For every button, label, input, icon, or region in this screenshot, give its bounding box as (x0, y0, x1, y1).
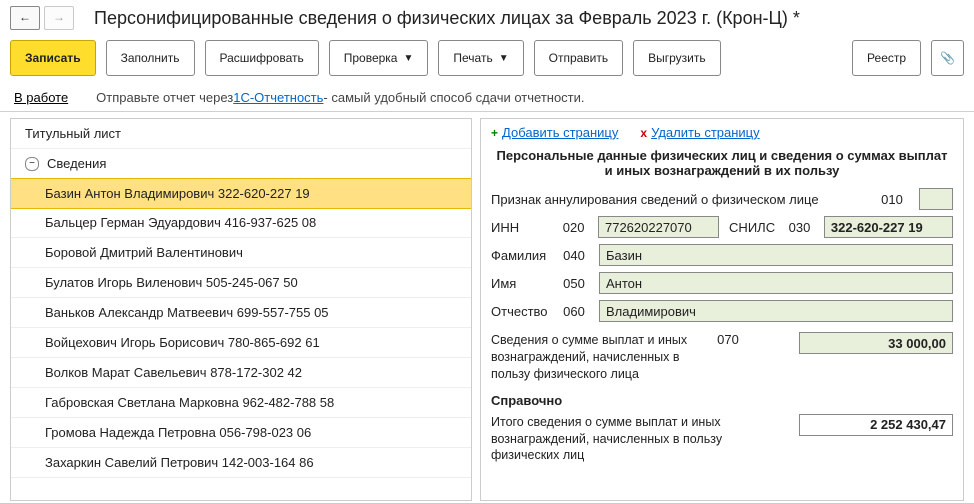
toolbar: Записать Заполнить Расшифровать Проверка… (0, 36, 974, 84)
page-title: Персонифицированные сведения о физически… (94, 8, 800, 29)
print-button[interactable]: Печать▼ (438, 40, 523, 76)
snils-field[interactable]: 322-620-227 19 (824, 216, 953, 238)
payment-label: Сведения о сумме выплат и иных вознаграж… (491, 332, 711, 383)
paperclip-icon: 📎 (940, 51, 955, 65)
decode-button[interactable]: Расшифровать (205, 40, 319, 76)
status-bar: В работе Отправьте отчет через 1С-Отчетн… (0, 84, 974, 112)
inn-code: 020 (557, 220, 590, 235)
tree-item[interactable]: Габровская Светлана Марковна 962-482-788… (11, 388, 471, 418)
annul-label: Признак аннулирования сведений о физичес… (491, 192, 875, 207)
snils-code: 030 (783, 220, 816, 235)
tree-item[interactable]: Булатов Игорь Виленович 505-245-067 50 (11, 268, 471, 298)
reference-title: Справочно (491, 393, 953, 408)
tree-item[interactable]: Базин Антон Владимирович 322-620-227 19 (10, 178, 472, 209)
send-button[interactable]: Отправить (534, 40, 624, 76)
annul-code: 010 (875, 192, 909, 207)
status-text-pre: Отправьте отчет через (96, 90, 233, 105)
tree-item[interactable]: Бальцер Герман Эдуардович 416-937-625 08 (11, 208, 471, 238)
firstname-field[interactable]: Антон (599, 272, 953, 294)
fill-button[interactable]: Заполнить (106, 40, 195, 76)
add-page-button[interactable]: +Добавить страницу (491, 125, 618, 140)
page-controls: +Добавить страницу xУдалить страницу (491, 125, 953, 140)
payment-code: 070 (711, 332, 745, 347)
snils-label: СНИЛС (729, 220, 775, 235)
status-link[interactable]: 1С-Отчетность (233, 90, 323, 105)
total-label: Итого сведения о сумме выплат и иных воз… (491, 414, 771, 465)
collapse-icon[interactable]: − (25, 157, 39, 171)
chevron-down-icon: ▼ (403, 53, 413, 64)
tree-item[interactable]: Боровой Дмитрий Валентинович (11, 238, 471, 268)
firstname-label: Имя (491, 276, 557, 291)
delete-page-button[interactable]: xУдалить страницу (640, 125, 759, 140)
tree-title-page[interactable]: Титульный лист (11, 119, 471, 149)
annul-field[interactable] (919, 188, 953, 210)
tree-item[interactable]: Волков Марат Савельевич 878-172-302 42 (11, 358, 471, 388)
tree-node-label: Сведения (47, 156, 106, 171)
attach-button[interactable]: 📎 (931, 40, 964, 76)
total-field: 2 252 430,47 (799, 414, 953, 436)
status-state[interactable]: В работе (14, 90, 68, 105)
tree-item[interactable]: Захаркин Савелий Петрович 142-003-164 86 (11, 448, 471, 478)
x-icon: x (640, 126, 647, 140)
lastname-code: 040 (557, 248, 591, 263)
status-text-post: - самый удобный способ сдачи отчетности. (323, 90, 584, 105)
nav-back-button[interactable]: ← (10, 6, 40, 30)
tree-node-info[interactable]: − Сведения (11, 149, 471, 179)
lastname-field[interactable]: Базин (599, 244, 953, 266)
inn-field[interactable]: 772620227070 (598, 216, 719, 238)
form-panel: +Добавить страницу xУдалить страницу Пер… (480, 118, 964, 501)
plus-icon: + (491, 126, 498, 140)
patronymic-code: 060 (557, 304, 591, 319)
export-button[interactable]: Выгрузить (633, 40, 721, 76)
check-button[interactable]: Проверка▼ (329, 40, 429, 76)
registry-button[interactable]: Реестр (852, 40, 921, 76)
tree-item[interactable]: Громова Надежда Петровна 056-798-023 06 (11, 418, 471, 448)
tree-panel: Титульный лист − Сведения Базин Антон Вл… (10, 118, 472, 501)
inn-label: ИНН (491, 220, 557, 235)
section-title: Персональные данные физических лиц и све… (491, 148, 953, 178)
firstname-code: 050 (557, 276, 591, 291)
nav-forward-button[interactable]: → (44, 6, 74, 30)
save-button[interactable]: Записать (10, 40, 96, 76)
tree-item[interactable]: Войцехович Игорь Борисович 780-865-692 6… (11, 328, 471, 358)
chevron-down-icon: ▼ (499, 53, 509, 64)
patronymic-label: Отчество (491, 304, 557, 319)
payment-field[interactable]: 33 000,00 (799, 332, 953, 354)
titlebar: ← → Персонифицированные сведения о физич… (0, 0, 974, 36)
lastname-label: Фамилия (491, 248, 557, 263)
patronymic-field[interactable]: Владимирович (599, 300, 953, 322)
tree-item[interactable]: Ваньков Александр Матвеевич 699-557-755 … (11, 298, 471, 328)
